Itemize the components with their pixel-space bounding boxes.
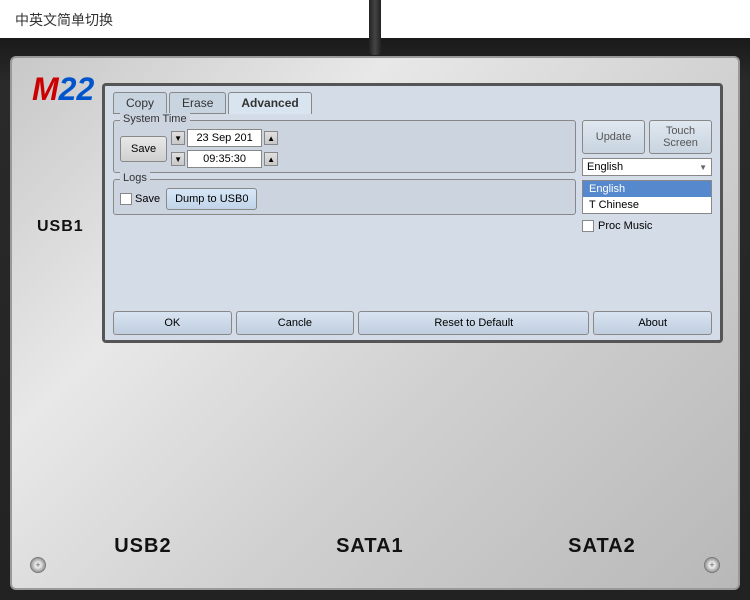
update-button[interactable]: Update xyxy=(582,120,645,154)
tab-copy[interactable]: Copy xyxy=(113,92,167,114)
screen-ui: Copy Erase Advanced System Time Save xyxy=(105,86,720,340)
touch-screen-button[interactable]: TouchScreen xyxy=(649,120,712,154)
ok-button[interactable]: OK xyxy=(113,311,232,335)
logo-m: M xyxy=(32,71,59,107)
cancel-button[interactable]: Cancle xyxy=(236,311,355,335)
right-panel: Update TouchScreen English ▼ English T C… xyxy=(582,120,712,307)
time-field-row: ▼ 09:35:30 ▲ xyxy=(171,150,278,168)
time-display: 09:35:30 xyxy=(187,150,262,168)
sata1-label: SATA1 xyxy=(336,535,404,558)
date-down-arrow[interactable]: ▼ xyxy=(171,131,185,145)
screw-bottom-left xyxy=(30,557,46,573)
chinese-text: 中英文简单切换 xyxy=(15,10,113,30)
logs-group: Logs Save Dump to USB0 xyxy=(113,179,576,215)
tab-advanced[interactable]: Advanced xyxy=(228,92,311,114)
bottom-labels: USB2 SATA1 SATA2 xyxy=(12,535,738,558)
silver-panel: M22 USB1 Copy Erase Advanced xyxy=(10,56,740,590)
screen-bottom-buttons: OK Cancle Reset to Default About xyxy=(113,311,712,335)
system-time-group: System Time Save ▼ 23 Sep 201 ▲ xyxy=(113,120,576,173)
logs-label: Logs xyxy=(120,172,150,184)
date-field-row: ▼ 23 Sep 201 ▲ xyxy=(171,129,278,147)
screen: Copy Erase Advanced System Time Save xyxy=(102,83,723,343)
usb1-label: USB1 xyxy=(37,218,84,236)
time-row: Save ▼ 23 Sep 201 ▲ ▼ 09:3 xyxy=(120,129,569,168)
save-time-button[interactable]: Save xyxy=(120,136,167,162)
left-panel: System Time Save ▼ 23 Sep 201 ▲ xyxy=(113,120,576,307)
right-btn-row: Update TouchScreen xyxy=(582,120,712,154)
cable xyxy=(369,0,381,55)
usb2-label: USB2 xyxy=(114,535,171,558)
dump-usb-button[interactable]: Dump to USB0 xyxy=(166,188,257,210)
logo-22: 22 xyxy=(59,71,95,107)
language-option-chinese[interactable]: T Chinese xyxy=(583,197,711,213)
language-select[interactable]: English ▼ xyxy=(582,158,712,176)
tabs: Copy Erase Advanced xyxy=(113,92,712,114)
reset-default-button[interactable]: Reset to Default xyxy=(358,311,589,335)
date-up-arrow[interactable]: ▲ xyxy=(264,131,278,145)
tab-erase[interactable]: Erase xyxy=(169,92,226,114)
logs-save-text: Save xyxy=(135,193,160,205)
about-button[interactable]: About xyxy=(593,311,712,335)
time-up-arrow[interactable]: ▲ xyxy=(264,152,278,166)
device-body: M22 USB1 Copy Erase Advanced xyxy=(0,38,750,600)
proc-music-label: Proc Music xyxy=(598,220,652,232)
time-down-arrow[interactable]: ▼ xyxy=(171,152,185,166)
logo: M22 xyxy=(32,73,94,105)
proc-music-checkbox[interactable] xyxy=(582,220,594,232)
logs-save-checkbox[interactable] xyxy=(120,193,132,205)
language-option-english[interactable]: English xyxy=(583,181,711,197)
screen-content: System Time Save ▼ 23 Sep 201 ▲ xyxy=(113,120,712,307)
sata2-label: SATA2 xyxy=(568,535,636,558)
date-display: 23 Sep 201 xyxy=(187,129,262,147)
screw-bottom-right xyxy=(704,557,720,573)
system-time-label: System Time xyxy=(120,113,190,125)
logs-save-label: Save xyxy=(120,193,160,205)
proc-music-row: Proc Music xyxy=(582,218,712,234)
time-controls: ▼ 23 Sep 201 ▲ ▼ 09:35:30 ▲ xyxy=(171,129,278,168)
dropdown-arrow-icon: ▼ xyxy=(699,163,707,172)
logs-row: Save Dump to USB0 xyxy=(120,188,569,210)
language-selected-value: English xyxy=(587,161,623,173)
language-dropdown-list: English T Chinese xyxy=(582,180,712,214)
